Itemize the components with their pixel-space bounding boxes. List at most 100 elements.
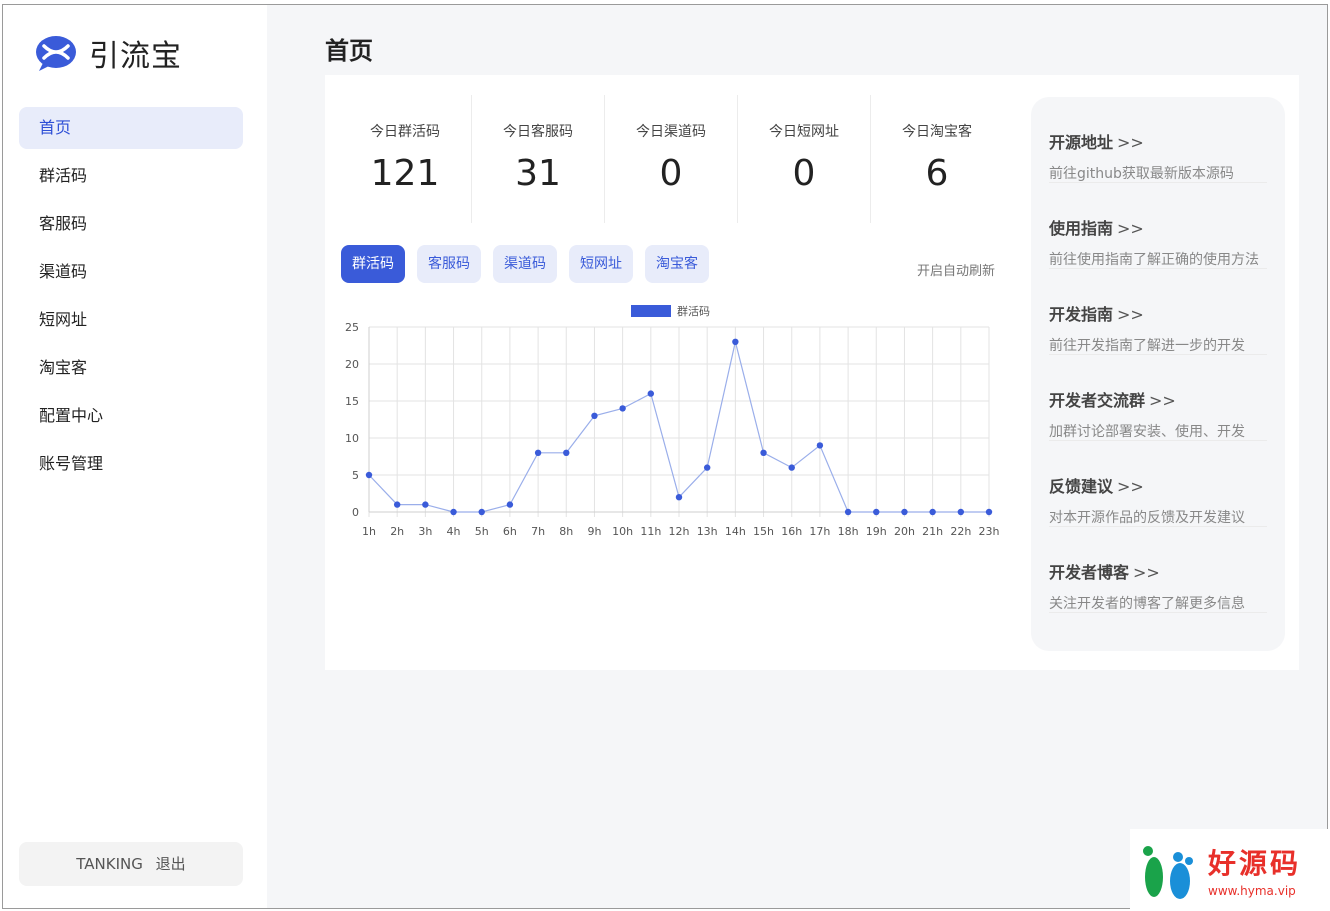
x-tick-label: 21h	[922, 525, 943, 538]
link-desc: 对本开源作品的反馈及开发建议	[1049, 510, 1245, 526]
x-tick-label: 10h	[612, 525, 633, 538]
x-tick-label: 11h	[640, 525, 661, 538]
data-point	[647, 390, 655, 397]
data-point	[760, 449, 767, 456]
link-title: 反馈建议	[1049, 477, 1114, 496]
x-tick-label: 17h	[809, 525, 830, 538]
data-point	[816, 442, 824, 449]
data-point	[591, 412, 598, 419]
y-tick-label: 10	[345, 432, 359, 445]
sidebar-item-group-qrcode[interactable]: 群活码	[19, 155, 243, 197]
y-tick-label: 0	[352, 506, 359, 519]
stat-value: 0	[659, 153, 683, 194]
x-tick-label: 12h	[669, 525, 690, 538]
link-item-blog[interactable]: 开发者博客 >> 关注开发者的博客了解更多信息	[1049, 527, 1267, 613]
sidebar-item-config[interactable]: 配置中心	[19, 395, 243, 437]
link-arrows: >>	[1117, 133, 1144, 152]
sidebar-item-accounts[interactable]: 账号管理	[19, 443, 243, 485]
legend-label: 群活码	[677, 304, 710, 318]
auto-refresh-toggle[interactable]: 开启自动刷新	[917, 260, 995, 279]
tab-group-qrcode[interactable]: 群活码	[341, 245, 405, 283]
data-point	[929, 508, 936, 516]
y-tick-label: 5	[352, 469, 359, 482]
stat-channel-qrcode: 今日渠道码 0	[605, 95, 738, 223]
logo-icon	[36, 36, 76, 71]
quick-links-panel: 开源地址 >> 前往github获取最新版本源码 使用指南 >> 前往使用指南了解正…	[1031, 97, 1285, 651]
y-tick-label: 25	[345, 321, 359, 334]
link-desc: 关注开发者的博客了解更多信息	[1049, 596, 1245, 612]
footprint-logo-icon	[1143, 846, 1193, 899]
x-tick-label: 16h	[781, 525, 802, 538]
link-arrows: >>	[1117, 477, 1144, 496]
sidebar-nav: 首页 群活码 客服码 渠道码 短网址 淘宝客 配置中心 账号管理	[19, 107, 243, 491]
sidebar-item-taobaoke[interactable]: 淘宝客	[19, 347, 243, 389]
link-title: 使用指南	[1049, 219, 1114, 238]
x-tick-label: 4h	[447, 525, 461, 538]
x-tick-label: 22h	[950, 525, 971, 538]
data-point	[393, 501, 401, 508]
y-tick-label: 20	[345, 358, 359, 371]
data-point	[563, 449, 570, 456]
data-point	[365, 471, 373, 479]
link-desc: 加群讨论部署安装、使用、开发	[1049, 424, 1245, 440]
data-point	[619, 405, 626, 412]
tab-channel-qrcode[interactable]: 渠道码	[493, 245, 557, 283]
data-point	[478, 508, 485, 516]
link-title: 开发指南	[1049, 305, 1114, 324]
data-point	[422, 501, 429, 508]
x-tick-label: 9h	[587, 525, 601, 538]
tab-short-url[interactable]: 短网址	[569, 245, 633, 283]
tab-taobaoke[interactable]: 淘宝客	[645, 245, 709, 283]
watermark: 好源码 www.hyma.vip	[1130, 829, 1330, 911]
legend-swatch	[631, 305, 671, 317]
data-point	[703, 464, 711, 471]
link-item-source[interactable]: 开源地址 >> 前往github获取最新版本源码	[1049, 97, 1267, 183]
stat-value: 31	[515, 153, 561, 194]
sidebar: 引流宝 首页 群活码 客服码 渠道码 短网址 淘宝客 配置中心 账号管理 TAN…	[3, 5, 267, 908]
stat-label: 今日淘宝客	[902, 124, 972, 140]
link-item-dev-group[interactable]: 开发者交流群 >> 加群讨论部署安装、使用、开发	[1049, 355, 1267, 441]
link-item-dev-guide[interactable]: 开发指南 >> 前往开发指南了解进一步的开发	[1049, 269, 1267, 355]
sidebar-item-home[interactable]: 首页	[19, 107, 243, 149]
tab-service-qrcode[interactable]: 客服码	[417, 245, 481, 283]
watermark-text: 好源码	[1208, 847, 1302, 880]
link-arrows: >>	[1149, 391, 1176, 410]
stat-label: 今日客服码	[503, 124, 573, 140]
link-arrows: >>	[1117, 219, 1144, 238]
stat-short-url: 今日短网址 0	[738, 95, 871, 223]
stat-group-qrcode: 今日群活码 121	[339, 95, 472, 223]
data-point	[985, 508, 993, 516]
data-point	[873, 508, 880, 516]
link-desc: 前往github获取最新版本源码	[1049, 166, 1234, 182]
link-desc: 前往使用指南了解正确的使用方法	[1049, 252, 1259, 268]
link-desc: 前往开发指南了解进一步的开发	[1049, 338, 1245, 354]
sidebar-item-channel-qrcode[interactable]: 渠道码	[19, 251, 243, 293]
data-point	[844, 508, 852, 516]
x-tick-label: 5h	[475, 525, 489, 538]
app-window: 引流宝 首页 群活码 客服码 渠道码 短网址 淘宝客 配置中心 账号管理 TAN…	[2, 4, 1328, 909]
username: TANKING	[76, 855, 143, 873]
link-arrows: >>	[1117, 305, 1144, 324]
hourly-line-chart: 0 5 10 15 20 25 1h 2h 3h 4h 5h 6h 7h 8h 9h 10h 11h 12h 13h…	[345, 304, 1000, 538]
x-tick-label: 15h	[753, 525, 774, 538]
stat-value: 121	[370, 153, 440, 194]
link-item-guide[interactable]: 使用指南 >> 前往使用指南了解正确的使用方法	[1049, 183, 1267, 269]
data-point	[732, 338, 739, 345]
x-tick-label: 19h	[866, 525, 887, 538]
sidebar-item-service-qrcode[interactable]: 客服码	[19, 203, 243, 245]
x-tick-label: 1h	[362, 525, 376, 538]
logout-button[interactable]: 退出	[156, 855, 186, 873]
x-tick-label: 23h	[979, 525, 1000, 538]
stat-label: 今日渠道码	[636, 124, 706, 140]
stat-label: 今日短网址	[769, 124, 839, 140]
link-item-feedback[interactable]: 反馈建议 >> 对本开源作品的反馈及开发建议	[1049, 441, 1267, 527]
data-point	[901, 508, 908, 516]
x-tick-label: 7h	[531, 525, 545, 538]
x-tick-label: 6h	[503, 525, 517, 538]
page-title: 首页	[325, 37, 373, 65]
data-point	[675, 494, 683, 501]
stat-service-qrcode: 今日客服码 31	[472, 95, 605, 223]
data-point	[534, 449, 542, 456]
chart-tabs: 群活码 客服码 渠道码 短网址 淘宝客	[341, 245, 721, 283]
sidebar-item-short-url[interactable]: 短网址	[19, 299, 243, 341]
